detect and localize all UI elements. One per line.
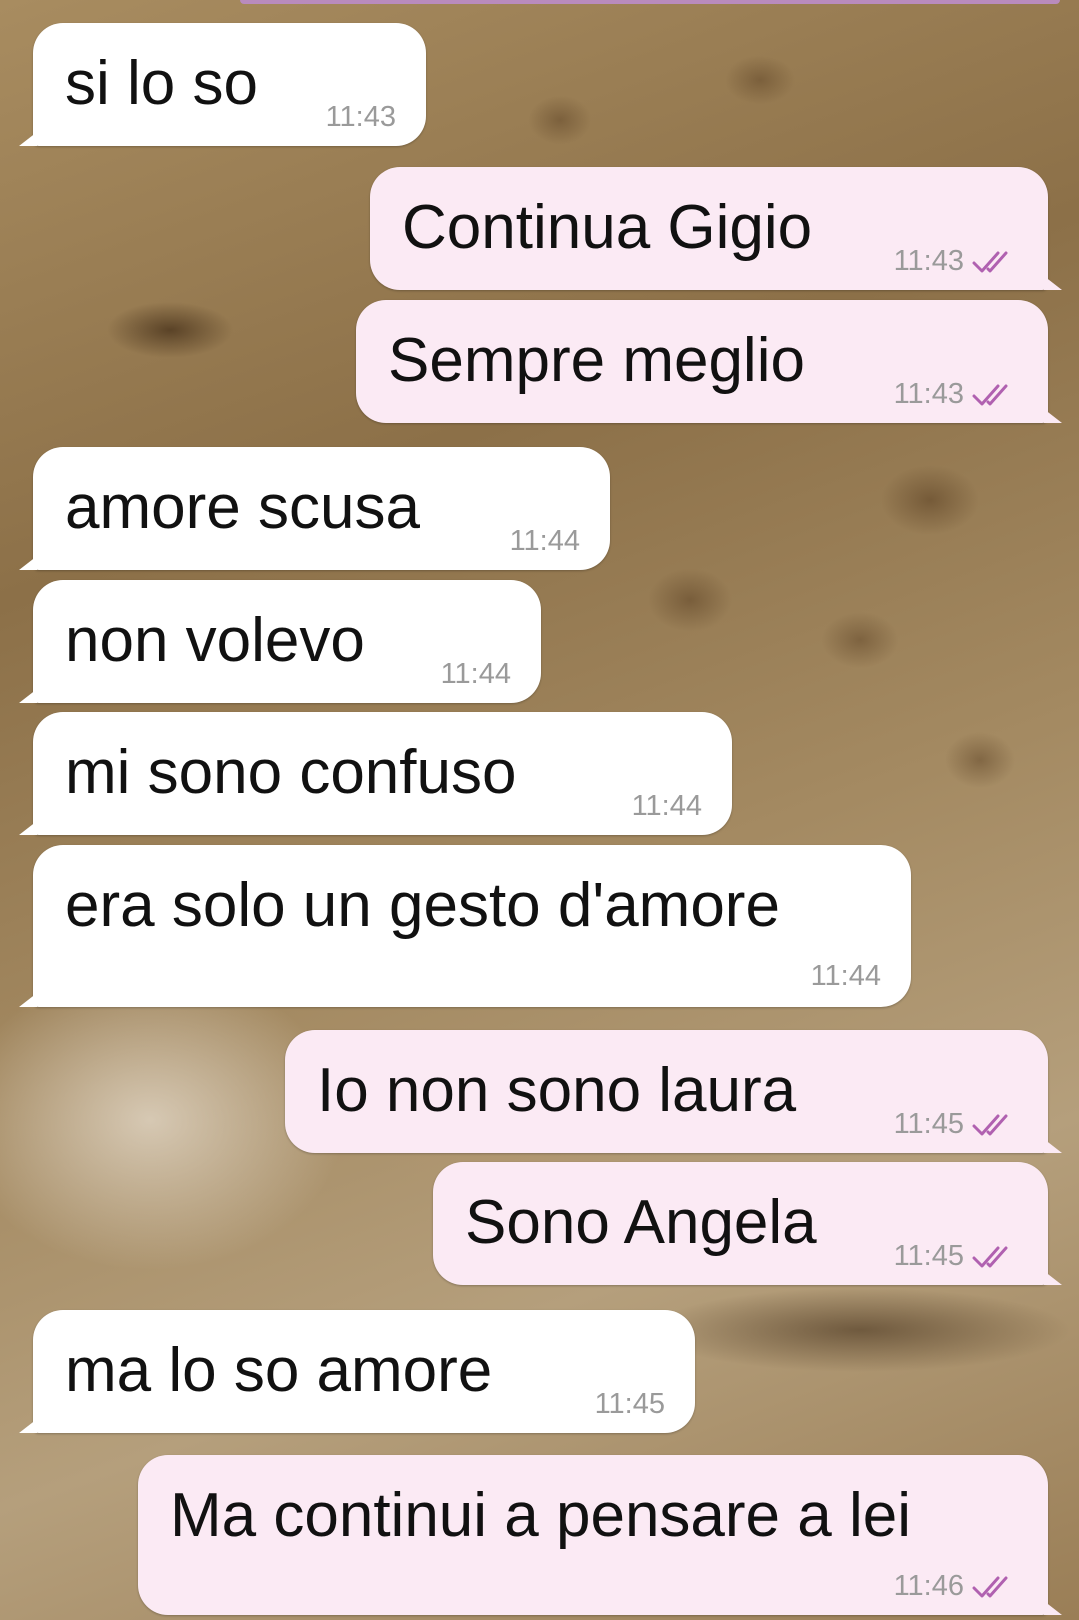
message-text: Io non sono laura bbox=[317, 1056, 797, 1125]
message-time: 11:44 bbox=[810, 960, 881, 992]
read-double-tick-icon bbox=[972, 382, 1018, 408]
message-meta: 11:44 bbox=[632, 792, 702, 821]
message-time: 11:45 bbox=[594, 1388, 665, 1420]
message-time: 11:43 bbox=[893, 378, 964, 410]
message-meta: 11:45 bbox=[595, 1390, 665, 1419]
read-double-tick-icon bbox=[972, 1574, 1018, 1600]
message-bubble-incoming[interactable]: era solo un gesto d'amore 11:44 bbox=[19, 845, 911, 1007]
message-meta: 11:44 bbox=[441, 660, 511, 689]
message-bubble-outgoing[interactable]: Sono Angela 11:45 bbox=[433, 1162, 1062, 1285]
message-bubble-incoming[interactable]: ma lo so amore 11:45 bbox=[19, 1310, 695, 1433]
message-time: 11:43 bbox=[325, 101, 396, 133]
message-meta: 11:46 bbox=[894, 1572, 1018, 1601]
message-meta: 11:45 bbox=[894, 1242, 1018, 1271]
message-text: non volevo bbox=[65, 606, 365, 675]
message-time: 11:45 bbox=[893, 1240, 964, 1272]
read-double-tick-icon bbox=[972, 1244, 1018, 1270]
message-meta: 11:43 bbox=[894, 247, 1018, 276]
previous-message-edge bbox=[240, 0, 1060, 4]
message-bubble-incoming[interactable]: mi sono confuso 11:44 bbox=[19, 712, 732, 835]
message-bubble-incoming[interactable]: si lo so 11:43 bbox=[19, 23, 426, 146]
message-text: amore scusa bbox=[65, 473, 420, 542]
message-bubble-outgoing[interactable]: Ma continui a pensare a lei 11:46 bbox=[138, 1455, 1062, 1615]
message-time: 11:43 bbox=[893, 245, 964, 277]
message-meta: 11:43 bbox=[894, 380, 1018, 409]
message-bubble-outgoing[interactable]: Sempre meglio 11:43 bbox=[356, 300, 1062, 423]
message-time: 11:44 bbox=[631, 790, 702, 822]
message-meta: 11:43 bbox=[326, 103, 396, 132]
read-double-tick-icon bbox=[972, 249, 1018, 275]
message-text: mi sono confuso bbox=[65, 738, 517, 807]
read-double-tick-icon bbox=[972, 1112, 1018, 1138]
message-time: 11:46 bbox=[893, 1570, 964, 1602]
message-text: era solo un gesto d'amore bbox=[65, 871, 780, 940]
message-bubble-outgoing[interactable]: Io non sono laura 11:45 bbox=[285, 1030, 1062, 1153]
message-meta: 11:44 bbox=[811, 962, 881, 991]
message-text: Continua Gigio bbox=[402, 193, 813, 262]
message-meta: 11:44 bbox=[510, 527, 580, 556]
message-time: 11:44 bbox=[509, 525, 580, 557]
message-bubble-incoming[interactable]: amore scusa 11:44 bbox=[19, 447, 610, 570]
message-meta: 11:45 bbox=[894, 1110, 1018, 1139]
message-bubble-outgoing[interactable]: Continua Gigio 11:43 bbox=[370, 167, 1062, 290]
message-text: Sempre meglio bbox=[388, 326, 805, 395]
message-bubble-incoming[interactable]: non volevo 11:44 bbox=[19, 580, 541, 703]
message-text: Ma continui a pensare a lei bbox=[170, 1481, 912, 1550]
message-text: ma lo so amore bbox=[65, 1336, 493, 1405]
message-text: si lo so bbox=[65, 49, 258, 118]
message-text: Sono Angela bbox=[465, 1188, 817, 1257]
message-time: 11:44 bbox=[440, 658, 511, 690]
message-time: 11:45 bbox=[893, 1108, 964, 1140]
